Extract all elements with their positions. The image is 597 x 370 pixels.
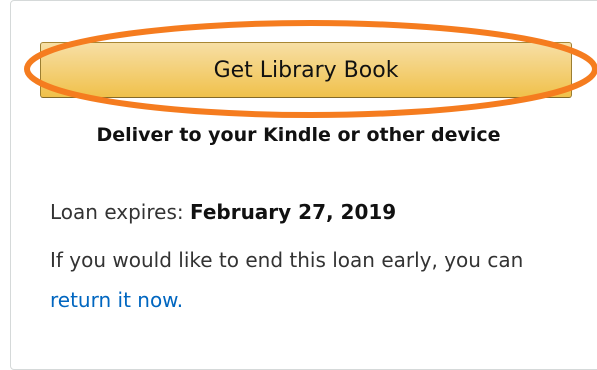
- deliver-to-kindle-text: Deliver to your Kindle or other device: [96, 124, 501, 146]
- get-library-book-label: Get Library Book: [213, 57, 399, 83]
- early-return-text: If you would like to end this loan early…: [50, 248, 524, 272]
- early-return-note: If you would like to end this loan early…: [50, 240, 580, 320]
- loan-expires-label: Loan expires:: [50, 200, 184, 224]
- get-library-book-button[interactable]: Get Library Book: [40, 42, 572, 98]
- loan-expiry-date: February 27, 2019: [189, 200, 397, 224]
- loan-expiry: Loan expires: February 27, 2019: [50, 200, 396, 224]
- return-it-now-link[interactable]: return it now.: [50, 288, 183, 312]
